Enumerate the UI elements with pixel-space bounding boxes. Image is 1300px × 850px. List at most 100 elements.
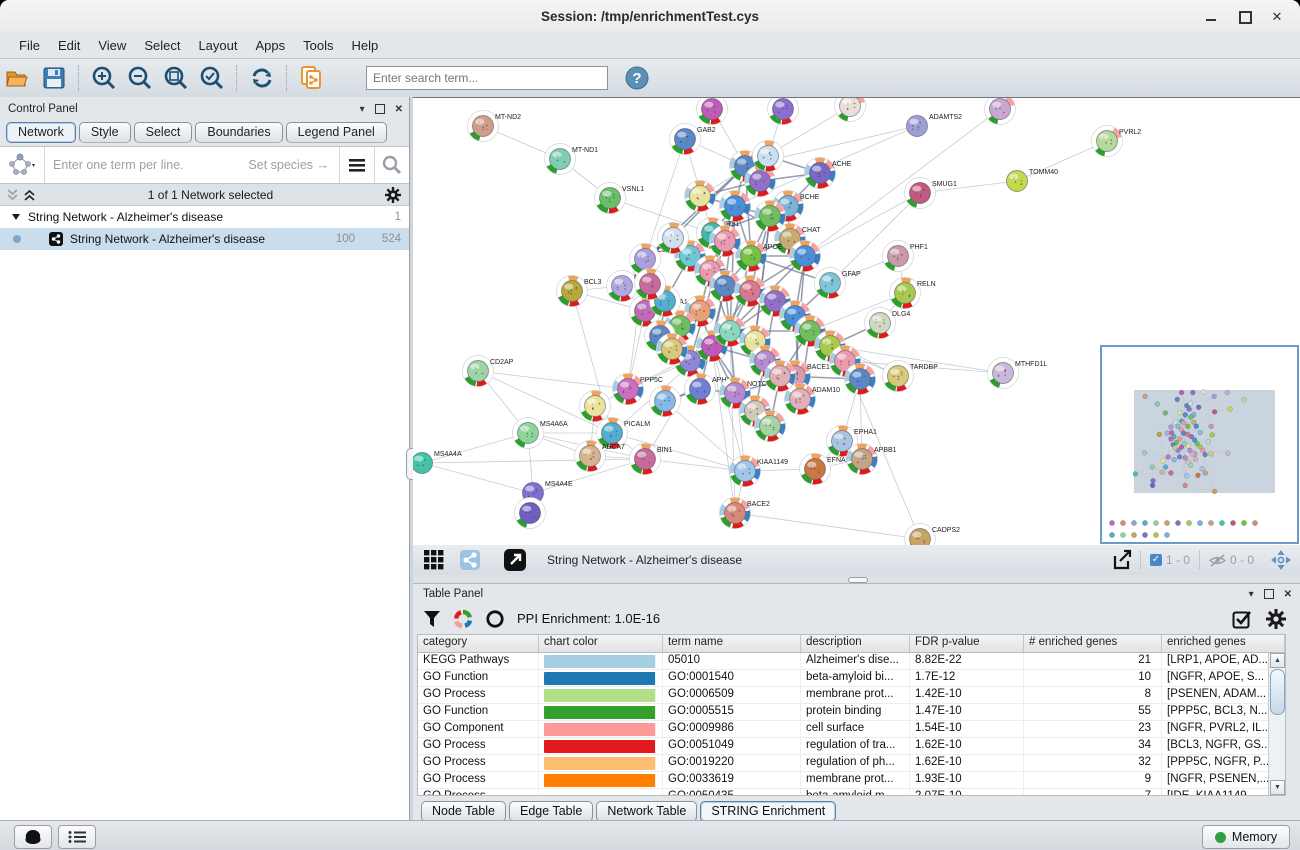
- network-node-kiaa1149[interactable]: KIAA1149: [730, 456, 789, 487]
- network-node-apbb1[interactable]: APBB1: [847, 444, 897, 475]
- network-edge[interactable]: [805, 109, 1000, 256]
- filter-icon[interactable]: [423, 610, 441, 628]
- network-node[interactable]: [650, 386, 681, 417]
- panel-close-icon[interactable]: ✕: [1284, 589, 1292, 600]
- column-header[interactable]: chart color: [539, 635, 663, 652]
- network-node-mthfd1l[interactable]: MTHFD1L: [988, 358, 1048, 389]
- column-header[interactable]: term name: [663, 635, 801, 652]
- tab-network-table[interactable]: Network Table: [596, 801, 697, 822]
- close-button[interactable]: ✕: [1260, 0, 1294, 33]
- scroll-down-icon[interactable]: ▼: [1270, 780, 1285, 795]
- menu-help[interactable]: Help: [343, 33, 388, 59]
- memory-button[interactable]: Memory: [1202, 825, 1290, 849]
- maximize-button[interactable]: [1228, 0, 1262, 33]
- zoom-fit-icon[interactable]: [161, 63, 191, 93]
- network-node[interactable]: [768, 98, 799, 125]
- settings-gear-icon[interactable]: [1266, 609, 1286, 629]
- network-node[interactable]: [753, 141, 784, 172]
- column-header[interactable]: # enriched genes: [1024, 635, 1162, 652]
- menu-tools[interactable]: Tools: [294, 33, 342, 59]
- expand-all-icon[interactable]: [23, 188, 36, 202]
- network-node-gfap[interactable]: GFAP: [815, 268, 862, 299]
- circle-chart-icon[interactable]: [485, 609, 505, 629]
- network-collection-row[interactable]: String Network - Alzheimer's disease 1: [0, 206, 409, 228]
- network-edge[interactable]: [422, 459, 645, 463]
- network-node-tomm40[interactable]: TOMM40: [1007, 169, 1059, 192]
- network-node[interactable]: [755, 201, 786, 232]
- refresh-icon[interactable]: [247, 63, 277, 93]
- network-node-bin1[interactable]: BIN1: [630, 444, 673, 475]
- open-session-icon[interactable]: [3, 63, 33, 93]
- save-session-icon[interactable]: [39, 63, 69, 93]
- network-node[interactable]: [755, 411, 786, 442]
- tab-network[interactable]: Network: [6, 122, 76, 143]
- network-node-cadps2[interactable]: CADPS2: [905, 524, 961, 546]
- navigator-toggle-icon[interactable]: [1266, 545, 1296, 575]
- column-header[interactable]: enriched genes: [1162, 635, 1285, 652]
- import-network-icon[interactable]: [297, 63, 327, 93]
- table-row[interactable]: KEGG Pathways05010Alzheimer's dise...8.8…: [418, 653, 1268, 670]
- table-row[interactable]: GO FunctionGO:0001540beta-amyloid bi...1…: [418, 670, 1268, 687]
- tab-select[interactable]: Select: [134, 122, 193, 143]
- menu-layout[interactable]: Layout: [189, 33, 246, 59]
- zoom-in-icon[interactable]: [89, 63, 119, 93]
- network-node-bace2[interactable]: BACE2: [720, 498, 771, 529]
- table-scrollbar[interactable]: ▲ ▼: [1268, 653, 1285, 795]
- cytoscape-task-icon[interactable]: [14, 825, 52, 849]
- table-row[interactable]: GO ComponentGO:0009986cell surface1.54E-…: [418, 721, 1268, 738]
- table-row[interactable]: GO ProcessGO:0051049regulation of tra...…: [418, 738, 1268, 755]
- network-node-abca7[interactable]: ABCA7: [575, 441, 626, 472]
- panel-menu-icon[interactable]: ▾: [1249, 589, 1254, 600]
- panel-close-icon[interactable]: ✕: [395, 104, 403, 115]
- minimize-button[interactable]: [1194, 0, 1228, 33]
- string-logo-icon[interactable]: [0, 147, 45, 183]
- network-node-phf1[interactable]: PHF1: [883, 241, 929, 272]
- network-node[interactable]: [515, 498, 546, 529]
- network-node-vsnl1[interactable]: VSNL1: [595, 183, 645, 214]
- table-row[interactable]: GO FunctionGO:0005515protein binding1.47…: [418, 704, 1268, 721]
- network-node-reln[interactable]: RELN: [890, 278, 936, 309]
- grid-view-icon[interactable]: [419, 545, 449, 575]
- panel-float-icon[interactable]: [375, 104, 385, 114]
- navigator-viewport[interactable]: [1134, 390, 1275, 493]
- network-node-smug1[interactable]: SMUG1: [905, 178, 958, 209]
- export-image-icon[interactable]: [1107, 545, 1137, 575]
- network-edge[interactable]: [422, 433, 528, 463]
- network-node-mt-nd2[interactable]: MT-ND2: [468, 111, 522, 142]
- pie-chart-icon[interactable]: [453, 609, 473, 629]
- menu-edit[interactable]: Edit: [49, 33, 89, 59]
- network-node-adam10[interactable]: ADAM10: [785, 384, 841, 415]
- select-all-checkbox-icon[interactable]: [1232, 609, 1252, 629]
- network-node-dlg4[interactable]: DLG4: [865, 308, 911, 339]
- scrollbar-thumb[interactable]: [1270, 669, 1285, 715]
- network-node[interactable]: [790, 241, 821, 272]
- search-input[interactable]: [366, 66, 608, 90]
- network-node[interactable]: [710, 226, 741, 257]
- network-node[interactable]: [685, 181, 716, 212]
- menu-select[interactable]: Select: [135, 33, 189, 59]
- column-header[interactable]: description: [801, 635, 910, 652]
- string-term-input[interactable]: Enter one term per line.: [45, 158, 248, 172]
- network-node-efna5[interactable]: EFNA5: [800, 454, 850, 485]
- detach-view-icon[interactable]: [500, 545, 530, 575]
- network-node-pvrl2[interactable]: PVRL2: [1092, 126, 1142, 157]
- column-header[interactable]: category: [418, 635, 539, 652]
- network-node[interactable]: [635, 269, 666, 300]
- task-history-icon[interactable]: [58, 825, 96, 849]
- table-row[interactable]: GO ProcessGO:0006509membrane prot...1.42…: [418, 687, 1268, 704]
- network-navigator[interactable]: [1100, 345, 1299, 544]
- collapse-triangle-icon[interactable]: [12, 214, 20, 220]
- network-node-ache[interactable]: ACHE: [805, 158, 852, 189]
- network-node-tardbp[interactable]: TARDBP: [883, 361, 939, 392]
- zoom-selected-icon[interactable]: [197, 63, 227, 93]
- tab-node-table[interactable]: Node Table: [421, 801, 506, 822]
- network-edge[interactable]: [735, 513, 920, 539]
- network-options-gear-icon[interactable]: [385, 187, 401, 203]
- network-node-mt-nd1[interactable]: MT-ND1: [545, 144, 599, 175]
- network-node-cd2ap[interactable]: CD2AP: [463, 356, 514, 387]
- tab-string-enrichment[interactable]: STRING Enrichment: [700, 801, 836, 822]
- string-search-icon[interactable]: [374, 147, 409, 183]
- network-edge[interactable]: [478, 371, 628, 389]
- network-node[interactable]: [765, 361, 796, 392]
- menu-view[interactable]: View: [89, 33, 135, 59]
